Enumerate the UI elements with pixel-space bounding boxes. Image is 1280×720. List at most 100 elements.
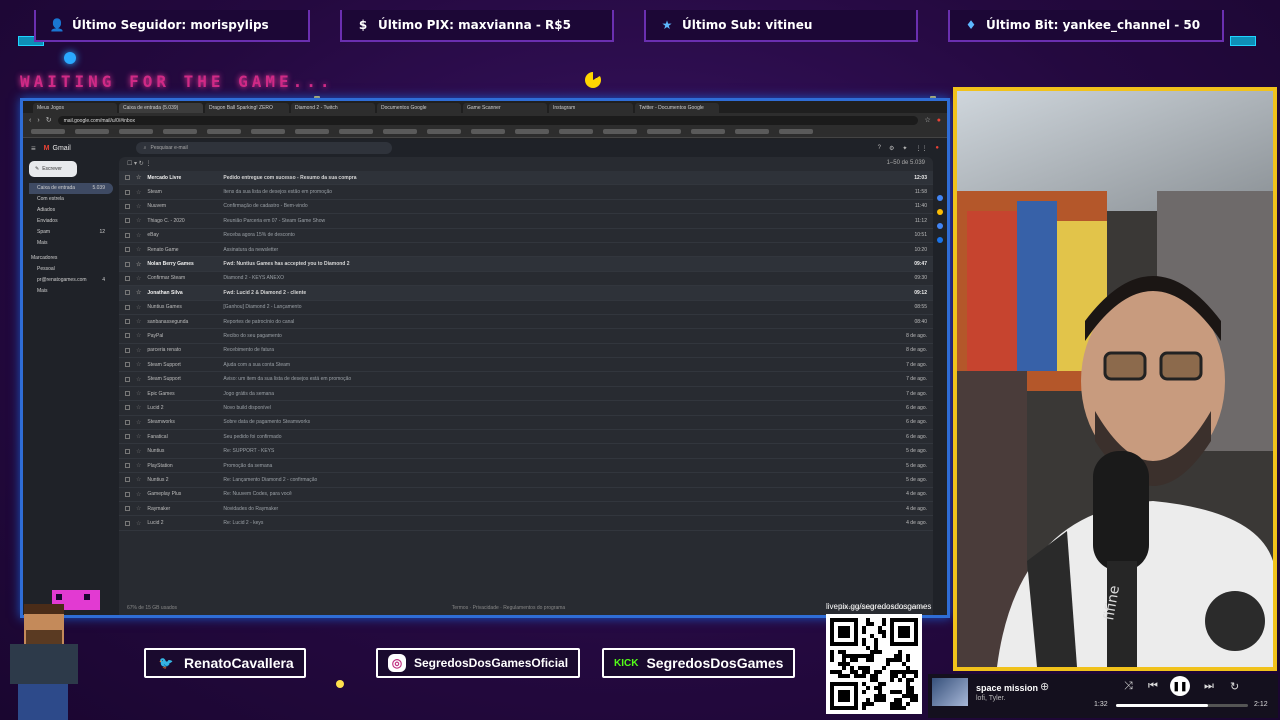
add-icon[interactable]: ⊕ <box>1040 680 1049 693</box>
browser-tab[interactable]: Meus Jogos <box>33 103 117 113</box>
row-checkbox[interactable] <box>125 304 130 310</box>
star-icon[interactable]: ☆ <box>136 505 141 512</box>
row-checkbox[interactable] <box>125 247 130 253</box>
row-checkbox[interactable] <box>125 506 130 512</box>
row-checkbox[interactable] <box>125 405 130 411</box>
star-icon[interactable]: ☆ <box>136 347 141 354</box>
star-icon[interactable]: ☆ <box>136 376 141 383</box>
footer-links[interactable]: Termos · Privacidade · Regulamentos do p… <box>452 605 565 611</box>
bookmark-item[interactable] <box>207 129 241 134</box>
star-icon[interactable]: ☆ <box>136 433 141 440</box>
forward-icon[interactable]: › <box>37 117 39 124</box>
sidebar-item[interactable]: Enviados <box>29 216 113 227</box>
email-row[interactable]: ☆ Steam Itens da sua lista de desejos estã… <box>119 185 933 200</box>
sidebar-item[interactable]: Spam 12 <box>29 227 113 238</box>
bookmark-item[interactable] <box>559 129 593 134</box>
pause-button[interactable]: ❚❚ <box>1170 676 1190 696</box>
star-icon[interactable]: ☆ <box>136 476 141 483</box>
label-item[interactable]: Pessoal <box>29 264 113 275</box>
star-icon[interactable]: ☆ <box>136 246 141 253</box>
gear-icon[interactable]: ⚙ <box>889 145 894 152</box>
email-row[interactable]: ☆ Gameplay Plus Re: Nuuvem Codes, para voc… <box>119 488 933 502</box>
back-icon[interactable]: ‹ <box>29 117 31 124</box>
email-row[interactable]: ☆ Nuntius Re: SUPPORT - KEYS 5 de ago. <box>119 444 933 459</box>
sidebar-item[interactable]: Mais <box>29 238 113 249</box>
row-checkbox[interactable] <box>125 203 130 209</box>
row-checkbox[interactable] <box>125 448 130 454</box>
star-icon[interactable]: ☆ <box>136 419 141 426</box>
row-checkbox[interactable] <box>125 175 130 181</box>
repeat-icon[interactable]: ↻ <box>1230 680 1239 693</box>
email-row[interactable]: ☆ Nuntius 2 Re: Lançamento Diamond 2 - con… <box>119 473 933 488</box>
calendar-icon[interactable] <box>937 195 943 201</box>
star-icon[interactable]: ☆ <box>136 203 141 210</box>
row-checkbox[interactable] <box>125 477 130 483</box>
star-icon[interactable]: ☆ <box>136 174 141 181</box>
star-icon[interactable]: ☆ <box>136 261 141 268</box>
email-row[interactable]: ☆ sanbanassegunda Reportes de patrocínio d… <box>119 315 933 330</box>
sidebar-item[interactable]: Com estrela <box>29 194 113 205</box>
instagram-handle[interactable]: ◎ SegredosDosGamesOficial <box>376 648 581 678</box>
star-icon[interactable]: ☆ <box>136 361 141 368</box>
bookmark-item[interactable] <box>735 129 769 134</box>
email-row[interactable]: ☆ PayPal Recibo do seu pagamento 8 de ago. <box>119 329 933 344</box>
bookmark-item[interactable] <box>779 129 813 134</box>
bookmark-item[interactable] <box>383 129 417 134</box>
browser-tab[interactable]: Caixa de entrada (5.039) <box>119 103 203 113</box>
apps-icon[interactable]: ⋮⋮ <box>915 145 927 152</box>
star-icon[interactable]: ☆ <box>136 318 141 325</box>
email-row[interactable]: ☆ Lucid 2 Novo build disponível 6 de ago. <box>119 401 933 416</box>
bookmark-item[interactable] <box>251 129 285 134</box>
twitter-handle[interactable]: 🐦 RenatoCavallera <box>144 648 306 678</box>
star-icon[interactable]: ☆ <box>136 217 141 224</box>
star-icon[interactable]: ☆ <box>136 289 141 296</box>
bookmark-item[interactable] <box>647 129 681 134</box>
star-bookmark-icon[interactable]: ☆ <box>924 116 930 124</box>
star-icon[interactable]: ☆ <box>136 304 141 311</box>
email-row[interactable]: ☆ Nuntius Games [Ganhou] Diamond 2 - Lança… <box>119 301 933 315</box>
progress-bar[interactable] <box>1116 704 1248 707</box>
menu-icon[interactable]: ≡ <box>31 144 36 153</box>
row-checkbox[interactable] <box>125 463 130 468</box>
email-row[interactable]: ☆ Fanatical Seu pedido foi confirmado 6 de … <box>119 430 933 445</box>
email-row[interactable]: ☆ PlayStation Promoção da semana 5 de ago. <box>119 459 933 474</box>
bookmark-item[interactable] <box>31 129 65 134</box>
row-checkbox[interactable] <box>125 520 130 526</box>
row-checkbox[interactable] <box>125 261 130 267</box>
browser-tab[interactable]: Instagram <box>549 103 633 113</box>
bookmark-item[interactable] <box>515 129 549 134</box>
row-checkbox[interactable] <box>125 189 130 195</box>
previous-icon[interactable]: ⏮ <box>1148 680 1158 693</box>
row-checkbox[interactable] <box>125 434 130 440</box>
row-checkbox[interactable] <box>125 290 130 296</box>
bookmark-item[interactable] <box>471 129 505 134</box>
email-row[interactable]: ☆ Mercado Livre Pedido entregue com sucess… <box>119 171 933 186</box>
email-row[interactable]: ☆ Steamworks Sobre data de pagamento Steam… <box>119 416 933 431</box>
star-icon[interactable]: ☆ <box>136 275 141 282</box>
gmail-logo[interactable]: M Gmail <box>44 145 128 152</box>
keep-icon[interactable] <box>937 209 943 215</box>
label-item[interactable]: Mais <box>29 286 113 297</box>
row-checkbox[interactable] <box>125 391 130 397</box>
bookmark-item[interactable] <box>119 129 153 134</box>
sidebar-item[interactable]: Adiados <box>29 205 113 216</box>
email-row[interactable]: ☆ Nuuvem Confirmação de cadastro - Bem-vin… <box>119 200 933 215</box>
row-checkbox[interactable] <box>125 275 130 281</box>
bookmark-item[interactable] <box>603 129 637 134</box>
search-input[interactable]: ⌕ Pesquisar e-mail <box>135 142 392 154</box>
shuffle-icon[interactable]: ⤨ <box>1124 680 1133 693</box>
row-checkbox[interactable] <box>125 319 130 325</box>
star-icon[interactable]: ☆ <box>136 390 141 397</box>
email-row[interactable]: ☆ Confirmar Steam Diamond 2 - KEYS ANEXO 09… <box>119 272 933 287</box>
row-checkbox[interactable] <box>125 333 130 339</box>
browser-tab[interactable]: Game Scanner <box>463 103 547 113</box>
avatar[interactable]: ● <box>935 145 939 152</box>
email-row[interactable]: ☆ Nolan Berry Games Fwd: Nuntius Games has… <box>119 257 933 272</box>
email-row[interactable]: ☆ Lucid 2 Re: Lucid 2 - keys 4 de ago. <box>119 516 933 531</box>
row-checkbox[interactable] <box>125 376 130 382</box>
label-item[interactable]: pr@renatogames.com 4 <box>29 275 113 286</box>
compose-button[interactable]: ✎ Escrever <box>29 161 77 177</box>
star-icon[interactable]: ☆ <box>136 491 141 498</box>
browser-tab[interactable]: Diamond 2 - Twitch <box>291 103 375 113</box>
browser-tab[interactable]: Dragon Ball Sparking! ZERO <box>205 103 289 113</box>
